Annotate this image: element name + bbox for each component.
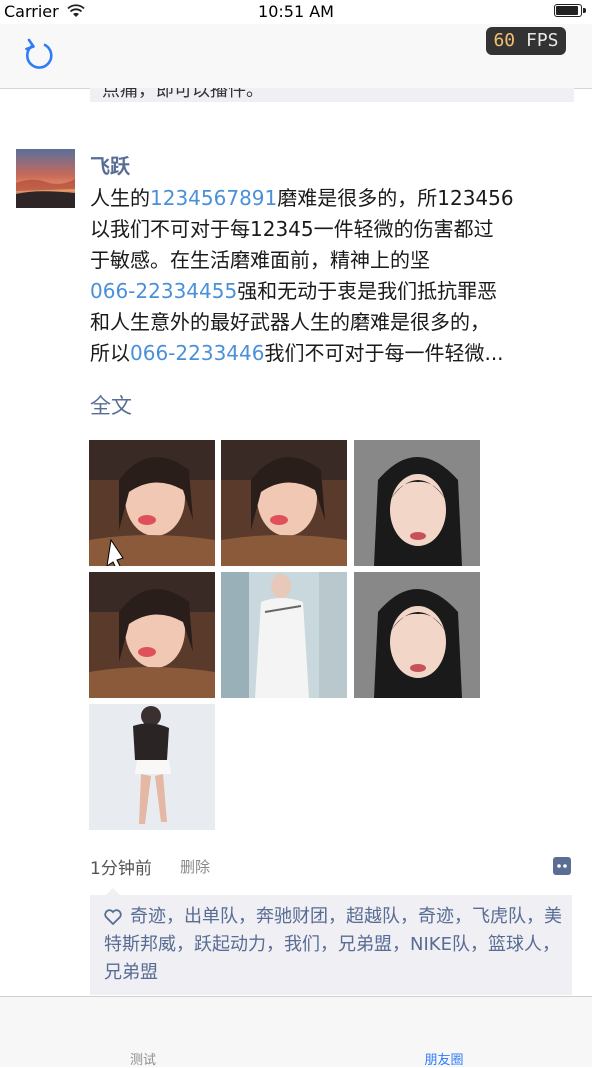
full-text-button[interactable]: 全文 [90, 390, 132, 420]
text-segment: 人生的 [90, 186, 150, 210]
photo-thumbnail[interactable] [221, 440, 347, 566]
text-segment: 以我们不可对于每12345一件轻微的伤害都过 [90, 217, 494, 241]
post-line: 所以066-2233446我们不可对于每一件轻微... [90, 338, 572, 369]
avatar[interactable] [16, 149, 75, 208]
tab-bar: 测试 朋友圈 [0, 996, 592, 1068]
navigation-bar: 60 FPS [0, 24, 592, 89]
text-segment: 强和无动于衷是我们抵抗罪恶 [237, 279, 498, 303]
photo-thumbnail[interactable] [354, 572, 480, 698]
likes-names[interactable]: 奇迹，出单队，奔驰财团，超越队，奇迹，飞虎队，美特斯邦威，跃起动力，我们，兄弟盟… [104, 906, 562, 983]
heart-icon [104, 909, 122, 925]
tab-moments[interactable]: 朋友圈 [369, 1049, 519, 1068]
comment-icon[interactable] [553, 857, 571, 875]
text-segment: 磨难是很多的，所123456 [277, 186, 514, 210]
post-line: 人生的1234567891磨难是很多的，所123456 [90, 183, 572, 214]
text-segment: 和人生意外的最好武器人生的磨难是很多的， [90, 310, 490, 334]
status-bar: Carrier 10:51 AM [0, 0, 592, 24]
post-time: 1分钟前 [90, 859, 152, 879]
battery-icon [554, 4, 586, 17]
number-link[interactable]: 1234567891 [150, 186, 277, 210]
post-line: 于敏感。在生活磨难面前，精神上的坚 [90, 245, 572, 276]
likes-panel: 奇迹，出单队，奔驰财团，超越队，奇迹，飞虎队，美特斯邦威，跃起动力，我们，兄弟盟… [90, 888, 572, 995]
post-line: 和人生意外的最好武器人生的磨难是很多的， [90, 307, 572, 338]
fps-monitor: 60 FPS [486, 27, 566, 55]
previous-post-text: 点痛，即可以播件。 [102, 88, 264, 101]
delete-button[interactable]: 删除 [180, 856, 210, 877]
likes-list: 奇迹，出单队，奔驰财团，超越队，奇迹，飞虎队，美特斯邦威，跃起动力，我们，兄弟盟… [104, 903, 564, 987]
text-segment: 所以 [90, 341, 130, 365]
status-time: 10:51 AM [258, 2, 334, 21]
photo-thumbnail[interactable] [89, 572, 215, 698]
photo-thumbnail[interactable] [89, 704, 215, 830]
post-line: 以我们不可对于每12345一件轻微的伤害都过 [90, 214, 572, 245]
fps-value: 60 [493, 30, 516, 51]
phone-link[interactable]: 066-22334455 [90, 279, 237, 303]
text-segment: 于敏感。在生活磨难面前，精神上的坚 [90, 248, 430, 272]
tab-test[interactable]: 测试 [68, 1049, 218, 1068]
previous-post-likes: 点痛，即可以播件。 [90, 88, 574, 102]
fps-unit: FPS [526, 30, 559, 51]
phone-link[interactable]: 066-2233446 [130, 341, 264, 365]
refresh-icon[interactable] [22, 37, 56, 73]
text-segment: 我们不可对于每一件轻微... [264, 341, 504, 365]
post-username[interactable]: 飞跃 [90, 150, 130, 179]
post-content: 人生的1234567891磨难是很多的，所123456 以我们不可对于每1234… [90, 183, 572, 369]
photo-thumbnail[interactable] [89, 440, 215, 566]
photo-thumbnail[interactable] [354, 440, 480, 566]
photo-thumbnail[interactable] [221, 572, 347, 698]
post-line: 066-22334455强和无动于衷是我们抵抗罪恶 [90, 276, 572, 307]
